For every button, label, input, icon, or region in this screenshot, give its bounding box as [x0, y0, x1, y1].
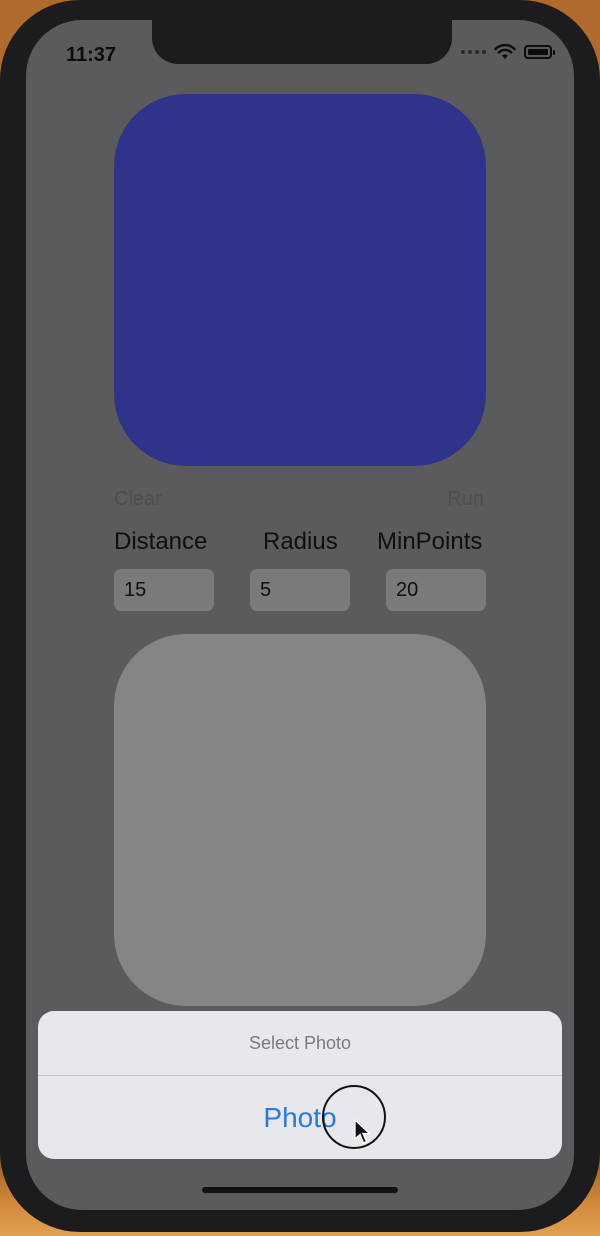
minpoints-label: MinPoints: [377, 528, 483, 555]
radius-label: Radius: [263, 528, 338, 555]
photo-button[interactable]: Photo: [38, 1076, 562, 1159]
notch: [152, 20, 452, 64]
status-time: 11:37: [66, 44, 117, 66]
wifi-icon: [494, 44, 516, 59]
distance-label: Distance: [114, 528, 208, 555]
cellular-signal-icon: [461, 50, 486, 54]
clear-button[interactable]: Clear: [114, 488, 162, 511]
battery-icon: [524, 45, 555, 59]
select-photo-action-sheet: Select Photo Photo: [38, 1011, 562, 1159]
radius-field[interactable]: 5: [250, 569, 350, 611]
status-icons: [461, 44, 555, 60]
run-button[interactable]: Run: [447, 488, 484, 511]
home-indicator[interactable]: [202, 1187, 398, 1193]
action-sheet-title: Select Photo: [38, 1011, 562, 1076]
phone-screen: 11:37 Clear Run Distance Radius MinPoint…: [26, 20, 574, 1210]
input-image-view[interactable]: [114, 94, 486, 466]
output-image-view: [114, 634, 486, 1006]
pointer-cursor-icon: [354, 1119, 372, 1144]
phone-frame: 11:37 Clear Run Distance Radius MinPoint…: [0, 0, 600, 1232]
distance-field[interactable]: 15: [114, 569, 214, 611]
minpoints-field[interactable]: 20: [386, 569, 486, 611]
